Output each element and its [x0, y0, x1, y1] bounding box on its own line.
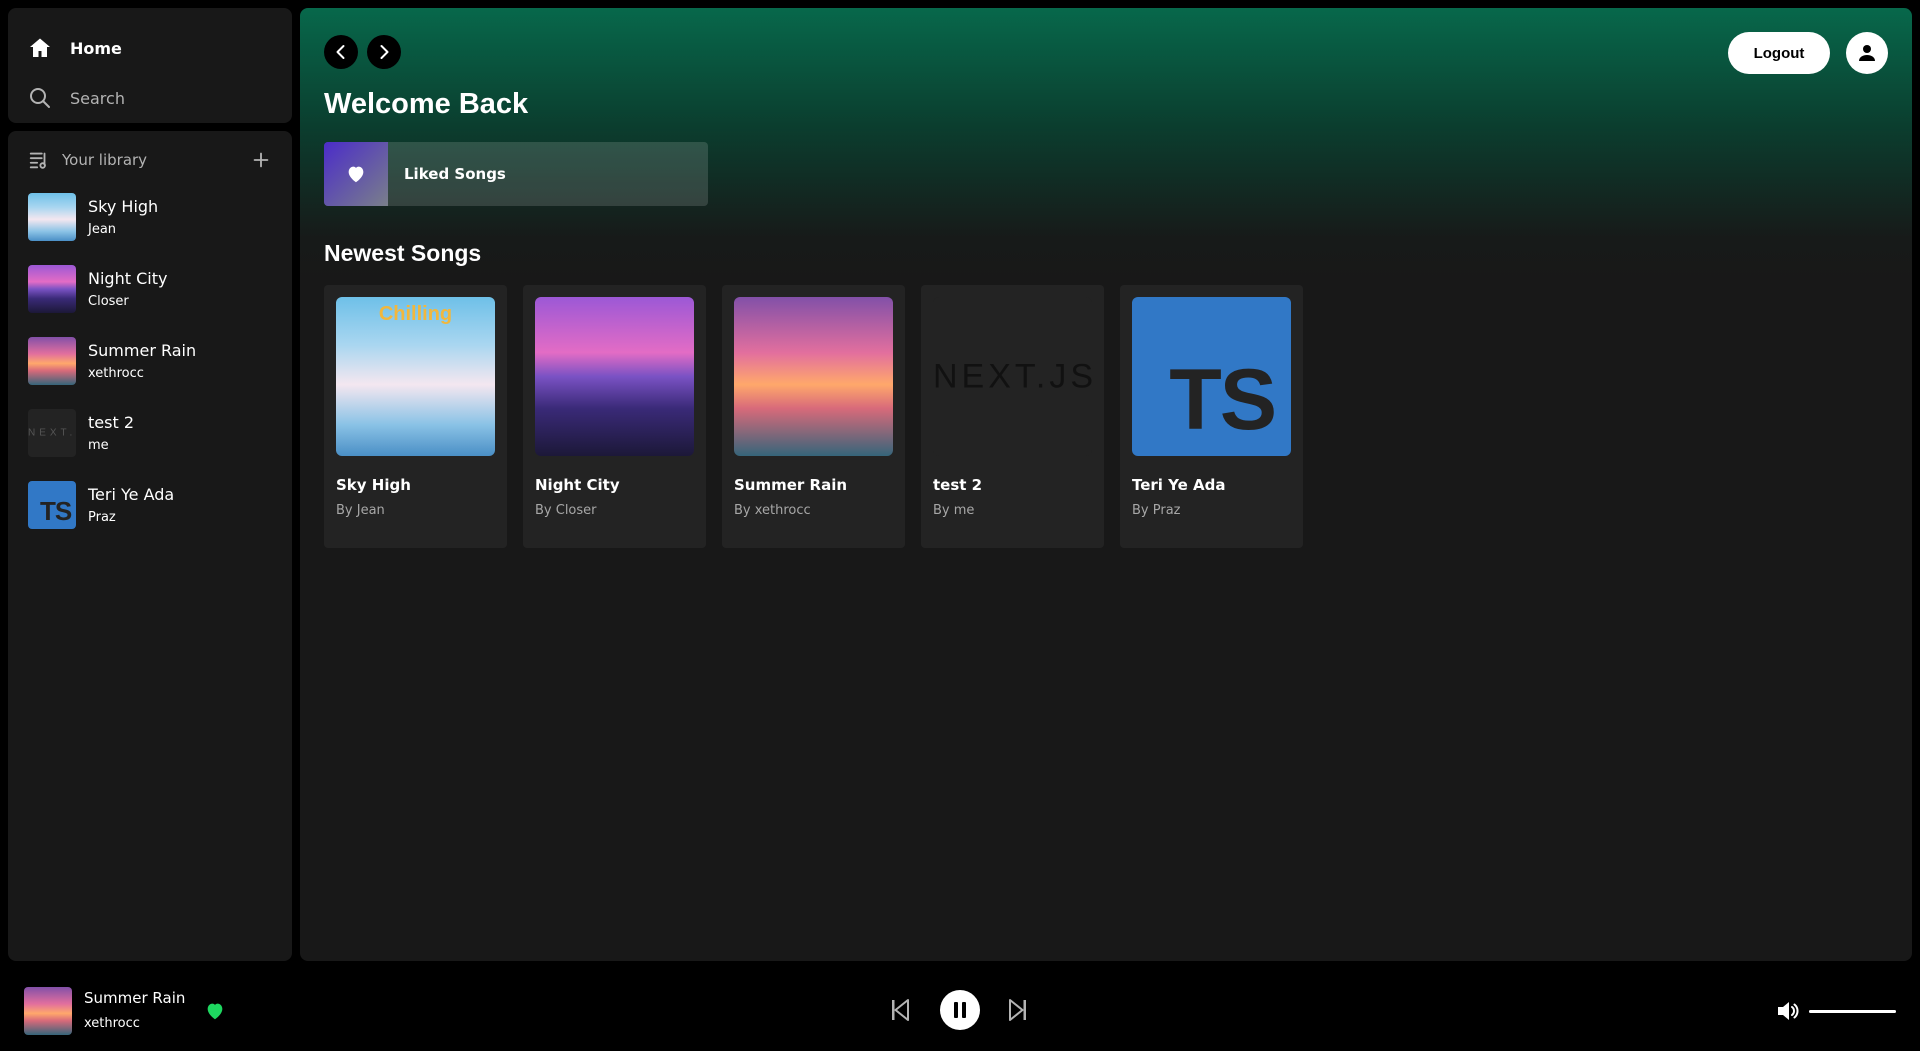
- library-item-artist: Closer: [88, 294, 129, 309]
- album-art: Chilling: [336, 297, 495, 456]
- song-title: Summer Rain: [734, 476, 848, 494]
- skip-forward-icon: [1009, 999, 1026, 1021]
- pause-icon: [954, 1002, 966, 1018]
- player-bar: Summer Rain xethrocc: [0, 969, 1920, 1051]
- library-item-title: Sky High: [88, 197, 159, 216]
- liked-songs-art: [324, 142, 388, 206]
- song-title: Sky High: [336, 476, 411, 494]
- library-item[interactable]: TS Teri Ye Ada Praz: [8, 469, 292, 541]
- liked-songs-label: Liked Songs: [404, 165, 506, 183]
- album-art: [28, 265, 76, 313]
- song-card[interactable]: Chilling Sky High By Jean: [324, 285, 507, 548]
- album-art: TS: [28, 481, 76, 529]
- next-button[interactable]: [1007, 991, 1029, 1029]
- album-art: [28, 193, 76, 241]
- back-button[interactable]: [324, 35, 358, 69]
- logout-button[interactable]: Logout: [1728, 32, 1830, 74]
- volume-slider[interactable]: [1809, 1010, 1896, 1013]
- song-card[interactable]: Summer Rain By xethrocc: [722, 285, 905, 548]
- user-icon: [1859, 45, 1875, 61]
- pause-button[interactable]: [940, 990, 980, 1030]
- library-icon: [29, 152, 46, 169]
- album-art: [535, 297, 694, 456]
- song-title: Night City: [535, 476, 620, 494]
- song-byline: By Closer: [535, 503, 597, 518]
- library-item[interactable]: Night City Closer: [8, 253, 292, 325]
- chevron-right-icon: [380, 45, 389, 59]
- song-byline: By me: [933, 503, 975, 518]
- section-title: Newest Songs: [324, 240, 482, 266]
- album-art: NEXT.JS: [28, 409, 76, 457]
- search-icon: [30, 88, 50, 108]
- song-byline: By xethrocc: [734, 503, 811, 518]
- album-art-text: TS: [1169, 351, 1277, 448]
- page-title: Welcome Back: [324, 88, 529, 120]
- song-card[interactable]: Night City By Closer: [523, 285, 706, 548]
- forward-button[interactable]: [367, 35, 401, 69]
- album-art-text: Chilling: [378, 303, 453, 325]
- album-art-text: TS: [39, 496, 72, 527]
- library-item-title: test 2: [88, 413, 134, 432]
- song-byline: By Praz: [1132, 503, 1181, 518]
- chevron-left-icon: [336, 45, 345, 59]
- now-playing-art: [24, 987, 72, 1035]
- library-title: Your library: [62, 151, 148, 169]
- volume-slider-fill: [1809, 1010, 1896, 1013]
- song-title: test 2: [933, 476, 983, 494]
- album-art: [28, 337, 76, 385]
- library-item-artist: Praz: [88, 510, 116, 525]
- library-item-artist: Jean: [88, 222, 117, 237]
- library-item[interactable]: Sky High Jean: [8, 181, 292, 253]
- song-title: Teri Ye Ada: [1132, 476, 1226, 494]
- app-root: Home Search Your library Sky High Jean N…: [0, 0, 1920, 1051]
- library-item[interactable]: Summer Rain xethrocc: [8, 325, 292, 397]
- song-card-grid: Chilling Sky High By Jean Night City By …: [324, 285, 1303, 548]
- album-art-text: NEXT.JS: [933, 357, 1092, 395]
- previous-button[interactable]: [889, 991, 911, 1029]
- library-item-title: Teri Ye Ada: [88, 485, 175, 504]
- now-playing-title: Summer Rain: [84, 989, 186, 1007]
- nav-home-label: Home: [70, 38, 122, 58]
- nav-search[interactable]: Search: [28, 78, 272, 118]
- library-item-title: Night City: [88, 269, 168, 288]
- library-item-artist: xethrocc: [88, 366, 144, 381]
- now-playing-artist: xethrocc: [84, 1016, 140, 1031]
- album-art: NEXT.JS: [933, 297, 1092, 456]
- library-title-group[interactable]: Your library: [28, 149, 147, 171]
- heart-icon: [348, 166, 364, 183]
- volume-icon[interactable]: [1776, 1000, 1800, 1022]
- library-item-title: Summer Rain: [88, 341, 197, 360]
- nav-search-label: Search: [70, 88, 125, 108]
- library-header: Your library: [8, 131, 292, 181]
- add-icon[interactable]: [250, 149, 272, 171]
- album-art-text: NEXT.JS: [28, 427, 76, 439]
- nav-home[interactable]: Home: [28, 28, 272, 68]
- song-card[interactable]: NEXT.JS test 2 By me: [921, 285, 1104, 548]
- nav-panel: Home Search: [8, 8, 292, 123]
- liked-songs-tile[interactable]: Liked Songs: [324, 142, 708, 206]
- profile-button[interactable]: [1846, 32, 1888, 74]
- song-byline: By Jean: [336, 503, 385, 518]
- album-art: TS: [1132, 297, 1291, 456]
- library-item[interactable]: NEXT.JS test 2 me: [8, 397, 292, 469]
- home-icon: [30, 38, 50, 57]
- liked-heart-icon[interactable]: [204, 1000, 226, 1022]
- main-content: Logout Welcome Back Liked Songs Newest S…: [300, 8, 1912, 961]
- skip-back-icon: [892, 999, 909, 1021]
- album-art: [734, 297, 893, 456]
- library-item-artist: me: [88, 438, 109, 453]
- song-card[interactable]: TS Teri Ye Ada By Praz: [1120, 285, 1303, 548]
- library-panel: Your library Sky High Jean Night City Cl…: [8, 131, 292, 961]
